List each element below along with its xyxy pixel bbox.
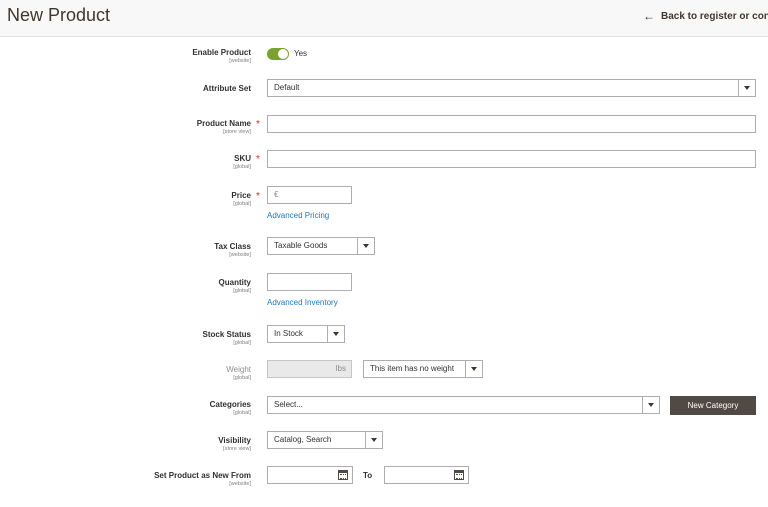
- sku-label: SKU: [234, 154, 251, 163]
- back-link[interactable]: ← Back to register or conn: [643, 9, 768, 23]
- new-from-date-input[interactable]: [267, 466, 353, 484]
- visibility-select[interactable]: Catalog, Search: [267, 431, 383, 449]
- weight-unit: lbs: [335, 364, 346, 373]
- enable-product-value: Yes: [294, 49, 308, 58]
- visibility-label: Visibility: [218, 436, 251, 445]
- visibility-scope: [store view]: [223, 446, 251, 452]
- visibility-label-wrap: Visibility [store view]: [218, 436, 251, 453]
- categories-select[interactable]: Select...: [267, 396, 660, 414]
- tax-class-label-wrap: Tax Class [website]: [214, 242, 251, 259]
- currency-symbol: €: [274, 190, 279, 199]
- chevron-down-icon: [327, 326, 344, 342]
- back-link-label: Back to register or conn: [661, 10, 768, 22]
- quantity-input[interactable]: [267, 273, 352, 291]
- calendar-icon[interactable]: [338, 470, 348, 480]
- price-label: Price: [231, 191, 251, 200]
- advanced-pricing-link[interactable]: Advanced Pricing: [267, 211, 329, 220]
- weight-scope: [global]: [233, 375, 251, 381]
- weight-label-wrap: Weight [global]: [226, 365, 251, 382]
- price-label-wrap: Price [global]: [231, 191, 251, 208]
- weight-option-select[interactable]: This item has no weight: [363, 360, 483, 378]
- chevron-down-icon: [365, 432, 382, 448]
- tax-class-select[interactable]: Taxable Goods: [267, 237, 375, 255]
- categories-scope: [global]: [233, 410, 251, 416]
- enable-product-label-wrap: Enable Product [website]: [192, 48, 251, 65]
- calendar-icon[interactable]: [454, 470, 464, 480]
- chevron-down-icon: [738, 80, 755, 96]
- attribute-set-label-wrap: Attribute Set: [203, 84, 251, 94]
- tax-class-scope: [website]: [229, 252, 251, 258]
- enable-product-scope: [website]: [229, 58, 251, 64]
- arrow-left-icon: ←: [643, 9, 655, 23]
- stock-status-label-wrap: Stock Status [global]: [203, 330, 251, 347]
- sku-label-wrap: SKU [global]: [233, 154, 251, 171]
- product-name-input[interactable]: [267, 115, 756, 133]
- tax-class-label: Tax Class: [214, 242, 251, 251]
- categories-placeholder: Select...: [274, 400, 303, 409]
- stock-status-scope: [global]: [233, 340, 251, 346]
- required-marker: *: [256, 154, 260, 165]
- new-to-date-input[interactable]: [384, 466, 469, 484]
- advanced-inventory-link[interactable]: Advanced Inventory: [267, 298, 338, 307]
- weight-label: Weight: [226, 365, 251, 374]
- enable-product-label: Enable Product: [192, 48, 251, 57]
- chevron-down-icon: [642, 397, 659, 413]
- attribute-set-value: Default: [274, 83, 300, 92]
- product-name-label: Product Name: [196, 119, 251, 128]
- to-label: To: [363, 471, 373, 480]
- visibility-value: Catalog, Search: [274, 435, 332, 444]
- product-name-label-wrap: Product Name [store view]: [197, 119, 251, 136]
- weight-input[interactable]: lbs: [267, 360, 352, 378]
- weight-option-value: This item has no weight: [370, 364, 455, 373]
- quantity-label: Quantity: [218, 278, 251, 287]
- chevron-down-icon: [465, 361, 482, 377]
- page-header: New Product ← Back to register or conn: [0, 0, 768, 37]
- required-marker: *: [256, 119, 260, 130]
- sku-scope: [global]: [233, 164, 251, 170]
- chevron-down-icon: [357, 238, 374, 254]
- new-category-button[interactable]: New Category: [670, 396, 756, 415]
- attribute-set-label: Attribute Set: [203, 84, 251, 93]
- new-from-label-wrap: Set Product as New From [website]: [154, 471, 251, 488]
- quantity-scope: [global]: [233, 288, 251, 294]
- tax-class-value: Taxable Goods: [274, 241, 328, 250]
- price-input[interactable]: €: [267, 186, 352, 204]
- stock-status-label: Stock Status: [202, 330, 251, 339]
- stock-status-value: In Stock: [274, 329, 303, 338]
- enable-product-toggle[interactable]: [267, 48, 289, 60]
- categories-label-wrap: Categories [global]: [210, 400, 251, 417]
- product-name-scope: [store view]: [223, 129, 251, 135]
- attribute-set-select[interactable]: Default: [267, 79, 756, 97]
- required-marker: *: [256, 191, 260, 202]
- quantity-label-wrap: Quantity [global]: [219, 278, 251, 295]
- sku-input[interactable]: [267, 150, 756, 168]
- toggle-knob: [278, 49, 288, 59]
- price-scope: [global]: [233, 201, 251, 207]
- page-title: New Product: [7, 5, 111, 25]
- stock-status-select[interactable]: In Stock: [267, 325, 345, 343]
- new-from-label: Set Product as New From: [154, 471, 251, 480]
- new-from-scope: [website]: [229, 481, 251, 487]
- categories-label: Categories: [209, 400, 251, 409]
